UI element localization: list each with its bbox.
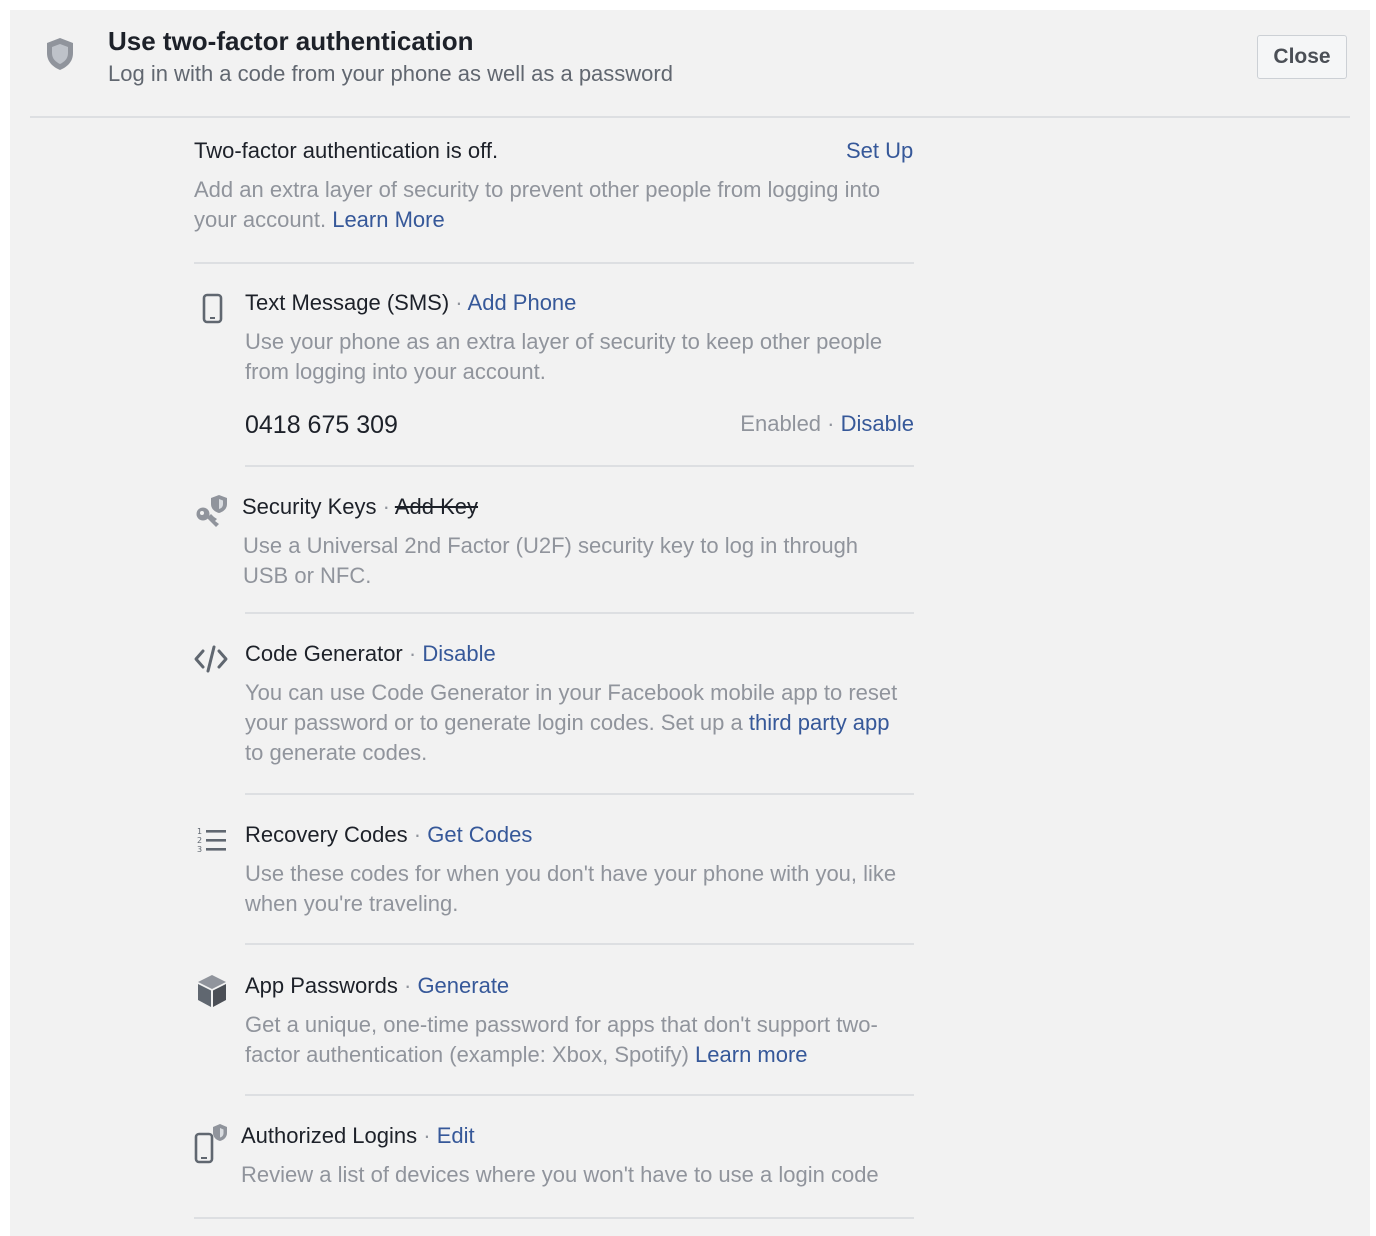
section-divider [245, 943, 914, 945]
generate-link[interactable]: Generate [417, 973, 509, 998]
separator-dot: · [403, 973, 412, 998]
sms-description-line2: from logging into your account. [245, 359, 546, 384]
recovery-codes-description-line1: Use these codes for when you don't have … [245, 861, 897, 886]
header-divider [30, 116, 1350, 118]
separator-dot: · [413, 822, 422, 847]
security-key-icon [196, 495, 227, 527]
svg-text:1: 1 [197, 827, 202, 836]
device-shield-icon [194, 1124, 227, 1164]
get-codes-link[interactable]: Get Codes [427, 822, 532, 847]
svg-text:2: 2 [197, 836, 202, 845]
authorized-logins-title: Authorized Logins [241, 1123, 418, 1148]
code-generator-description-line1: You can use Code Generator in your Faceb… [245, 680, 898, 705]
learn-more-link[interactable]: Learn More [332, 207, 445, 232]
code-generator-description-line3: to generate codes. [245, 740, 428, 765]
security-keys-description-line1: Use a Universal 2nd Factor (U2F) securit… [243, 533, 859, 558]
status-description-line2: your account. Learn More [194, 205, 445, 235]
authorized-logins-description: Review a list of devices where you won't… [241, 1162, 879, 1187]
section-divider [194, 1217, 914, 1219]
app-passwords-description-line2: factor authentication (example: Xbox, Sp… [245, 1040, 808, 1070]
sms-title: Text Message (SMS) [245, 290, 450, 315]
sms-title-row: Text Message (SMS) · Add Phone [245, 290, 576, 316]
status-description-line1: Add an extra layer of security to preven… [194, 177, 881, 202]
recovery-codes-title: Recovery Codes [245, 822, 408, 847]
security-keys-title-row: Security Keys · Add Key [242, 494, 478, 520]
code-icon [194, 645, 228, 673]
code-generator-title: Code Generator [245, 641, 403, 666]
page-title: Use two-factor authentication [108, 26, 474, 56]
recovery-codes-title-row: Recovery Codes · Get Codes [245, 822, 532, 848]
panel-header: Use two-factor authentication Log in wit… [10, 10, 1370, 118]
page-subtitle: Log in with a code from your phone as we… [108, 61, 673, 86]
app-passwords-learn-more-link[interactable]: Learn more [695, 1042, 808, 1067]
status-description-text: your account. [194, 207, 327, 232]
enabled-label: Enabled [740, 411, 822, 436]
authorized-logins-title-row: Authorized Logins · Edit [241, 1123, 475, 1149]
section-divider [194, 262, 914, 264]
numbered-list-icon: 1 2 3 [197, 827, 226, 854]
status-title: Two-factor authentication is off. [194, 138, 499, 163]
separator-dot: · [423, 1123, 431, 1148]
app-passwords-description-line1: Get a unique, one-time password for apps… [245, 1012, 878, 1037]
section-divider [245, 793, 914, 795]
shield-icon [47, 38, 73, 70]
setup-link[interactable]: Set Up [846, 138, 913, 164]
separator-dot: · [408, 641, 417, 666]
security-keys-title: Security Keys [242, 494, 377, 519]
app-passwords-title-row: App Passwords · Generate [245, 973, 509, 999]
sms-status: Enabled · Disable [740, 411, 914, 437]
phone-number: 0418 675 309 [245, 411, 398, 439]
svg-text:3: 3 [197, 845, 202, 854]
code-generator-description-line2: your password or to generate login codes… [245, 708, 890, 738]
separator-dot: · [382, 494, 390, 519]
section-divider [245, 612, 914, 614]
phone-icon [202, 293, 223, 324]
recovery-codes-description-line2: when you're traveling. [245, 891, 459, 916]
edit-authorized-logins-link[interactable]: Edit [437, 1123, 475, 1148]
disable-sms-link[interactable]: Disable [841, 411, 914, 436]
add-phone-link[interactable]: Add Phone [468, 290, 577, 315]
sms-description-line1: Use your phone as an extra layer of secu… [245, 329, 883, 354]
app-passwords-description-text: factor authentication (example: Xbox, Sp… [245, 1042, 689, 1067]
code-generator-description-text: your password or to generate login codes… [245, 710, 743, 735]
section-divider [245, 1094, 914, 1096]
third-party-app-link[interactable]: third party app [749, 710, 890, 735]
disable-code-generator-link[interactable]: Disable [422, 641, 495, 666]
separator-dot: · [455, 290, 463, 315]
separator-dot: · [827, 411, 835, 436]
section-divider [245, 465, 914, 467]
code-generator-title-row: Code Generator · Disable [245, 641, 496, 667]
app-passwords-title: App Passwords [245, 973, 398, 998]
two-factor-panel: Use two-factor authentication Log in wit… [10, 10, 1370, 1236]
close-button[interactable]: Close [1257, 35, 1347, 79]
cube-icon [198, 975, 226, 1007]
security-keys-description-line2: USB or NFC. [243, 563, 372, 588]
add-key-link[interactable]: Add Key [395, 494, 478, 519]
